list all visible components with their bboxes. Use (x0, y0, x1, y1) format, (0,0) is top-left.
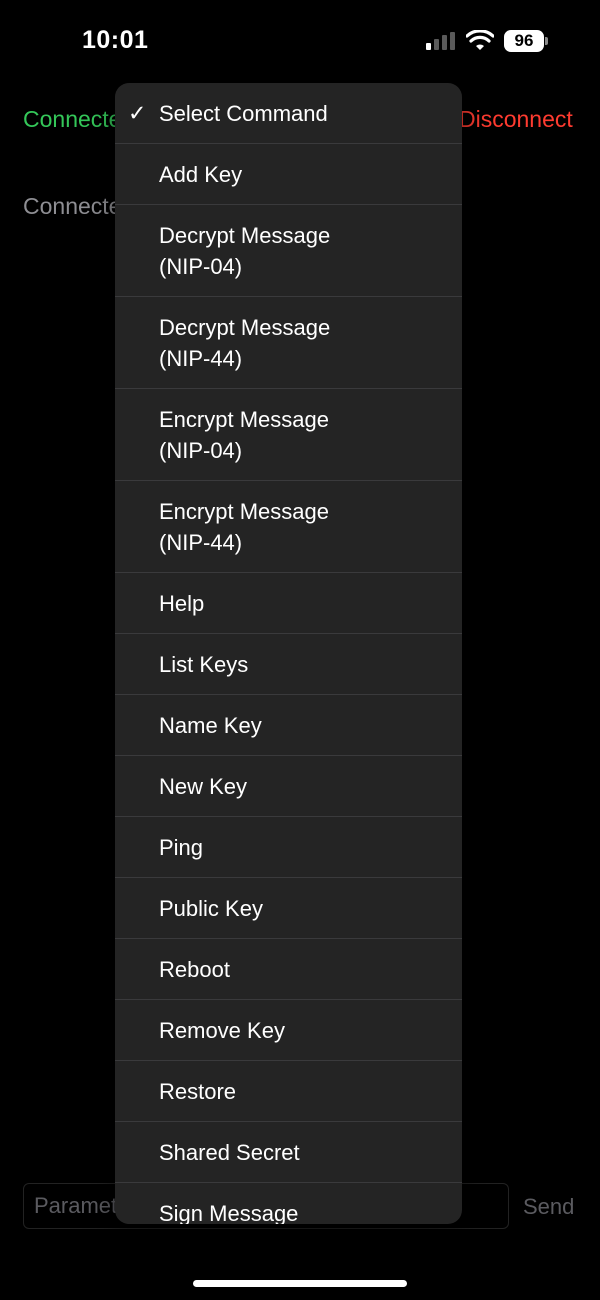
menu-item[interactable]: New Key (115, 756, 462, 817)
menu-item[interactable]: Restore (115, 1061, 462, 1122)
battery-icon: 96 (504, 30, 544, 52)
menu-item-label: Encrypt Message (NIP-44) (159, 498, 329, 555)
menu-item[interactable]: Public Key (115, 878, 462, 939)
menu-item-label: Sign Message (159, 1201, 299, 1224)
battery-tip (545, 37, 548, 45)
menu-item-label: List Keys (159, 651, 249, 677)
menu-item-label: Decrypt Message (NIP-44) (159, 314, 331, 371)
menu-item-label: Decrypt Message (NIP-04) (159, 222, 331, 279)
menu-item-label: Ping (159, 834, 204, 860)
menu-item-label: Help (159, 590, 205, 616)
menu-item[interactable]: Remove Key (115, 1000, 462, 1061)
battery-level: 96 (514, 31, 534, 50)
command-menu: ✓ Select Command Add Key Decrypt Message (N… (115, 83, 462, 1224)
menu-item-label: Public Key (159, 895, 263, 921)
menu-item[interactable]: Encrypt Message (NIP-04) (115, 389, 462, 481)
home-indicator[interactable] (193, 1280, 407, 1287)
menu-item[interactable]: Help (115, 573, 462, 634)
disconnect-button[interactable]: Disconnect (459, 106, 573, 133)
menu-item-label: Reboot (159, 956, 230, 982)
menu-item-label: Add Key (159, 161, 243, 187)
menu-item[interactable]: Shared Secret (115, 1122, 462, 1183)
menu-item[interactable]: Ping (115, 817, 462, 878)
menu-item-label: Remove Key (159, 1017, 285, 1043)
menu-item[interactable]: Encrypt Message (NIP-44) (115, 481, 462, 573)
screen: 10:01 96 Connected Disconnect Connected … (0, 0, 600, 1300)
menu-item[interactable]: List Keys (115, 634, 462, 695)
menu-item[interactable]: ✓ Select Command (115, 83, 462, 144)
menu-item-label: Restore (159, 1078, 237, 1104)
menu-item-label: New Key (159, 773, 248, 799)
menu-item-label: Select Command (159, 100, 328, 126)
menu-item[interactable]: Decrypt Message (NIP-44) (115, 297, 462, 389)
menu-item[interactable]: Reboot (115, 939, 462, 1000)
checkmark-icon: ✓ (128, 100, 147, 126)
send-button[interactable]: Send (523, 1194, 574, 1220)
wifi-icon (466, 30, 494, 50)
menu-item-label: Encrypt Message (NIP-04) (159, 406, 329, 463)
menu-item-label: Shared Secret (159, 1139, 300, 1165)
menu-item[interactable]: Add Key (115, 144, 462, 205)
cellular-signal-icon (426, 32, 455, 50)
menu-item[interactable]: Name Key (115, 695, 462, 756)
menu-item[interactable]: Sign Message (115, 1183, 462, 1224)
menu-item[interactable]: Decrypt Message (NIP-04) (115, 205, 462, 297)
status-time: 10:01 (82, 26, 149, 54)
menu-item-label: Name Key (159, 712, 262, 738)
